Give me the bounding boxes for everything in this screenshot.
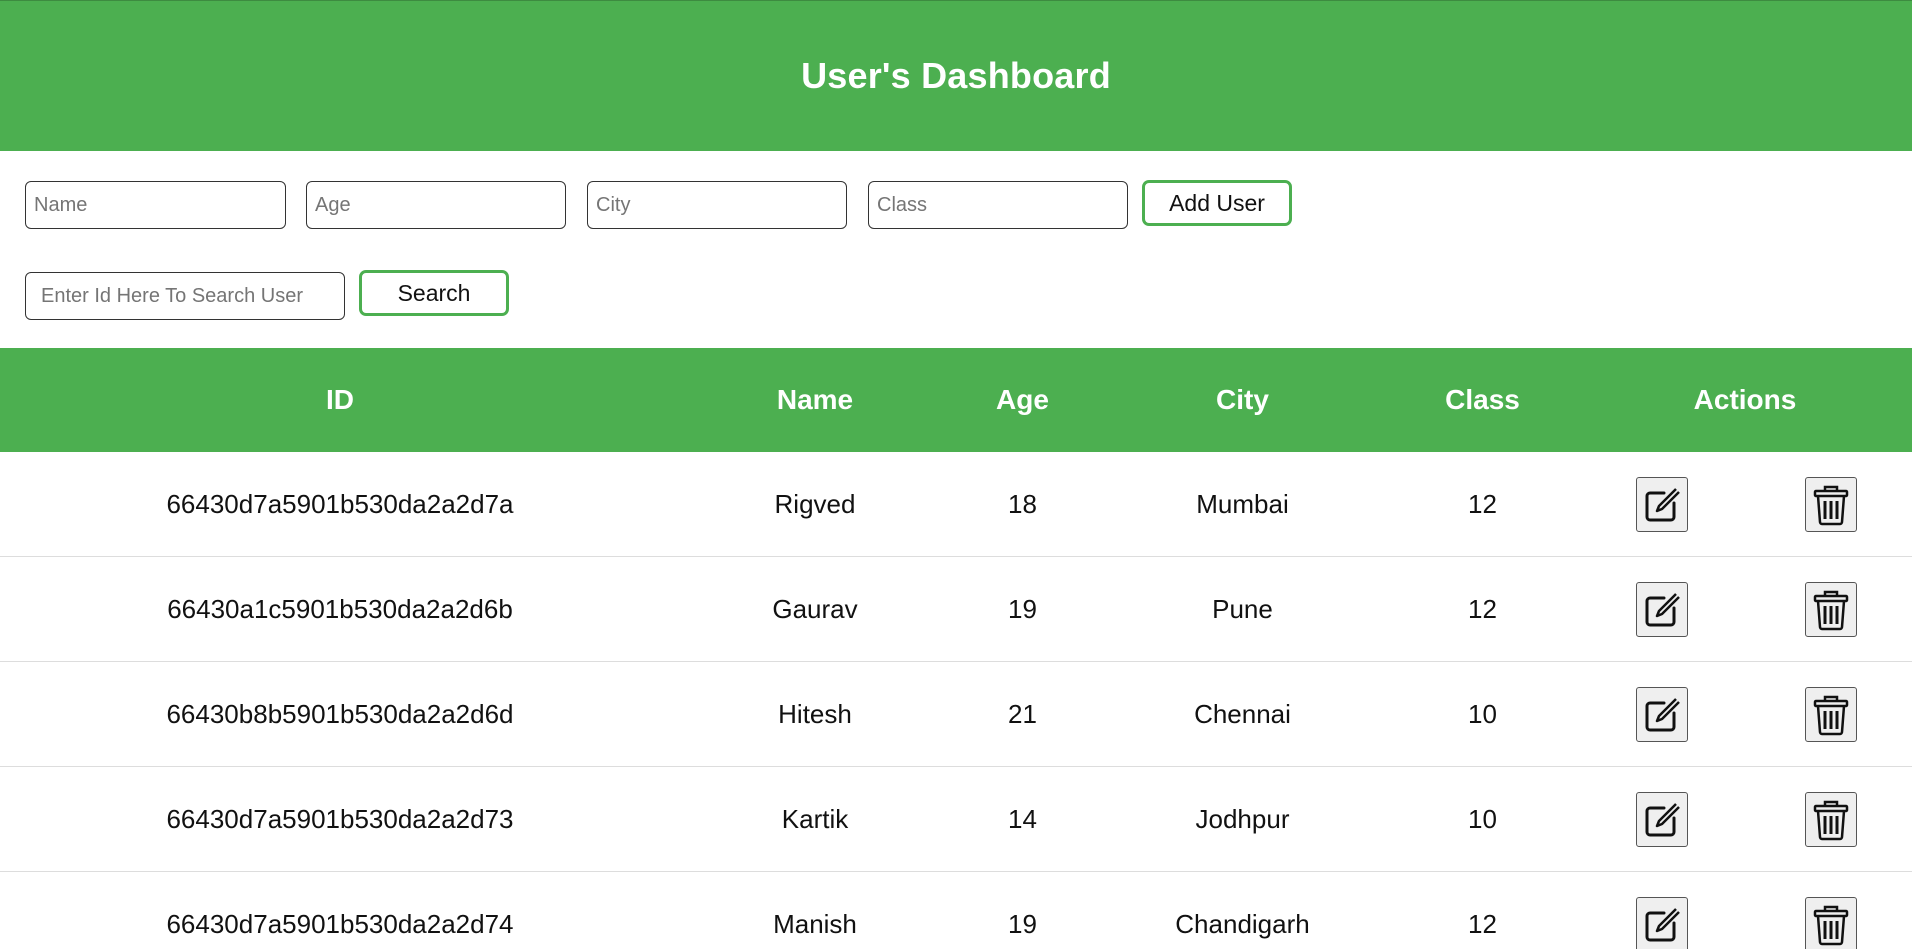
cell-id: 66430d7a5901b530da2a2d7a — [166, 489, 514, 519]
delete-button[interactable] — [1805, 477, 1857, 532]
edit-icon — [1645, 802, 1680, 836]
cell-id: 66430b8b5901b530da2a2d6d — [166, 699, 514, 729]
delete-button[interactable] — [1805, 582, 1857, 637]
column-header-class: Class — [1445, 384, 1520, 415]
cell-age: 14 — [1008, 804, 1037, 834]
cell-id: 66430a1c5901b530da2a2d6b — [167, 594, 513, 624]
search-button[interactable]: Search — [359, 270, 509, 316]
class-input[interactable] — [868, 181, 1128, 229]
cell-city: Mumbai — [1196, 489, 1289, 519]
trash-icon — [1813, 485, 1849, 525]
cell-city: Chandigarh — [1175, 909, 1310, 939]
column-header-name: Name — [776, 384, 854, 415]
cell-class: 10 — [1468, 804, 1497, 834]
add-user-button[interactable]: Add User — [1142, 180, 1292, 226]
delete-button[interactable] — [1805, 792, 1857, 847]
edit-icon — [1645, 907, 1680, 941]
column-header-age: Age — [996, 384, 1049, 415]
edit-button[interactable] — [1636, 897, 1688, 949]
table-row: 66430d7a5901b530da2a2d74 Manish 19 Chand… — [0, 872, 1912, 949]
delete-button[interactable] — [1805, 897, 1857, 949]
city-input[interactable] — [587, 181, 847, 229]
name-input[interactable] — [25, 181, 286, 229]
cell-age: 21 — [1008, 699, 1037, 729]
cell-class: 12 — [1468, 489, 1497, 519]
edit-button[interactable] — [1636, 477, 1688, 532]
trash-icon — [1813, 590, 1849, 630]
column-header-city: City — [1216, 384, 1269, 415]
cell-age: 19 — [1008, 594, 1037, 624]
cell-name: Kartik — [781, 804, 849, 834]
cell-name: Manish — [773, 909, 857, 939]
edit-button[interactable] — [1636, 792, 1688, 847]
cell-age: 18 — [1008, 489, 1037, 519]
cell-city: Chennai — [1194, 699, 1291, 729]
search-id-input[interactable] — [25, 272, 345, 320]
cell-class: 12 — [1468, 909, 1497, 939]
edit-button[interactable] — [1636, 582, 1688, 637]
cell-class: 10 — [1468, 699, 1497, 729]
dashboard-header: User's Dashboard — [0, 0, 1912, 151]
cell-name: Rigved — [774, 489, 856, 519]
cell-city: Jodhpur — [1195, 804, 1290, 834]
dashboard-page: User's Dashboard Add User Search ID Name… — [0, 0, 1912, 949]
edit-icon — [1645, 487, 1680, 521]
trash-icon — [1813, 905, 1849, 945]
table-header: ID Name Age City Class Actions — [0, 348, 1912, 452]
table-row: 66430b8b5901b530da2a2d6d Hitesh 21 Chenn… — [0, 662, 1912, 767]
delete-button[interactable] — [1805, 687, 1857, 742]
cell-age: 19 — [1008, 909, 1037, 939]
cell-class: 12 — [1468, 594, 1497, 624]
cell-id: 66430d7a5901b530da2a2d73 — [166, 804, 514, 834]
edit-button[interactable] — [1636, 687, 1688, 742]
cell-id: 66430d7a5901b530da2a2d74 — [166, 909, 514, 939]
table-row: 66430a1c5901b530da2a2d6b Gaurav 19 Pune … — [0, 557, 1912, 662]
age-input[interactable] — [306, 181, 566, 229]
cell-name: Gaurav — [772, 594, 858, 624]
trash-icon — [1813, 800, 1849, 840]
edit-icon — [1645, 697, 1680, 731]
cell-name: Hitesh — [778, 699, 852, 729]
page-title: User's Dashboard — [801, 55, 1111, 96]
table-row: 66430d7a5901b530da2a2d7a Rigved 18 Mumba… — [0, 452, 1912, 557]
table-row: 66430d7a5901b530da2a2d73 Kartik 14 Jodhp… — [0, 767, 1912, 872]
column-header-id: ID — [326, 384, 354, 415]
column-header-actions: Actions — [1693, 384, 1797, 415]
cell-city: Pune — [1212, 594, 1273, 624]
trash-icon — [1813, 695, 1849, 735]
edit-icon — [1645, 592, 1680, 626]
